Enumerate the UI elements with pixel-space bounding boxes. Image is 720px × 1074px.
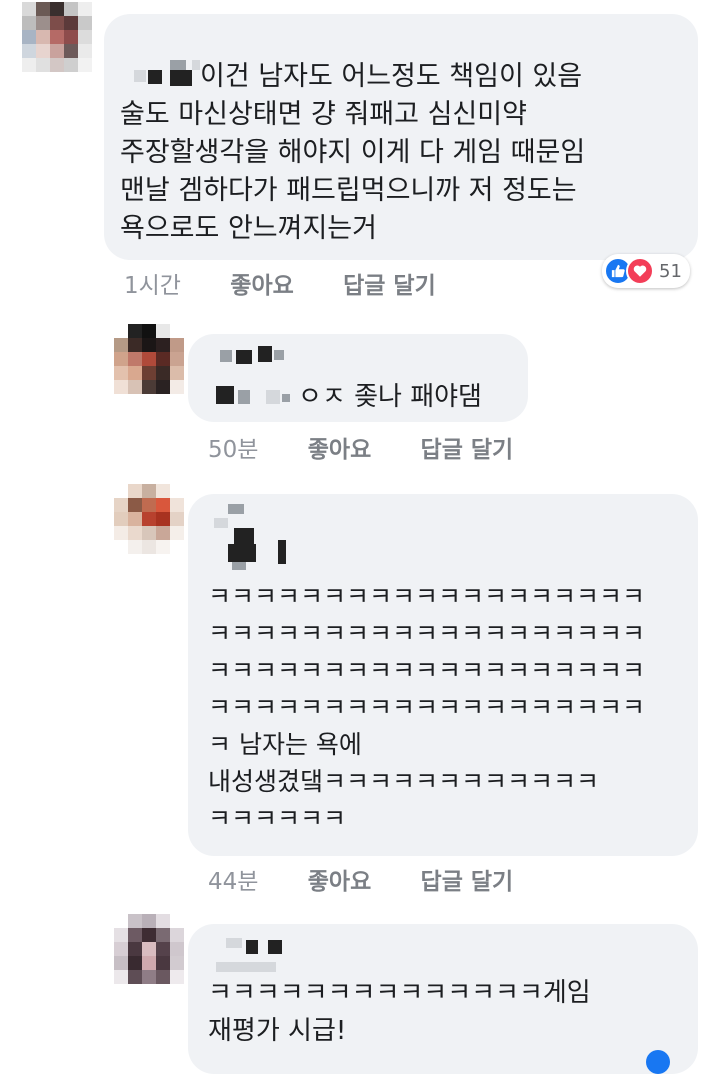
reply-button[interactable]: 답글 달기 bbox=[421, 437, 514, 463]
comment-meta: 50분 좋아요 답글 달기 bbox=[208, 430, 555, 464]
reaction-summary-partial[interactable] bbox=[646, 1050, 670, 1074]
like-button[interactable]: 좋아요 bbox=[308, 437, 371, 463]
comment-meta: 1시간 좋아요 답글 달기 bbox=[124, 266, 478, 300]
reply-button[interactable]: 답글 달기 bbox=[343, 273, 436, 299]
comment-timestamp[interactable]: 50분 bbox=[208, 437, 258, 463]
comment-text: ㅇㅈ 좆나 패야댐 bbox=[298, 382, 482, 412]
avatar[interactable] bbox=[114, 484, 184, 554]
avatar[interactable] bbox=[114, 324, 184, 394]
like-button[interactable]: 좋아요 bbox=[230, 273, 293, 299]
comment-meta: 44분 좋아요 답글 달기 bbox=[208, 862, 555, 896]
author-name-blurred[interactable] bbox=[216, 346, 296, 410]
author-name-blurred[interactable] bbox=[214, 504, 294, 574]
avatar[interactable] bbox=[114, 914, 184, 984]
comment-timestamp[interactable]: 44분 bbox=[208, 869, 258, 895]
author-name-blurred[interactable] bbox=[216, 932, 296, 978]
avatar[interactable] bbox=[22, 2, 92, 72]
comment-text: ㅋㅋㅋㅋㅋㅋㅋㅋㅋㅋㅋㅋㅋㅋㅋㅋㅋㅋㅋ ㅋㅋㅋㅋㅋㅋㅋㅋㅋㅋㅋㅋㅋㅋㅋㅋㅋㅋㅋ … bbox=[208, 582, 646, 833]
comment-timestamp[interactable]: 1시간 bbox=[124, 273, 181, 299]
like-button[interactable]: 좋아요 bbox=[308, 869, 371, 895]
reply-button[interactable]: 답글 달기 bbox=[421, 869, 514, 895]
comment-text-indent-mask bbox=[120, 58, 210, 94]
reaction-count: 51 bbox=[659, 260, 682, 282]
reaction-summary[interactable]: 51 bbox=[602, 254, 690, 288]
comment-text: ㅋㅋㅋㅋㅋㅋㅋㅋㅋㅋㅋㅋㅋㅋ게임 재평가 시급! bbox=[208, 978, 591, 1046]
heart-icon bbox=[626, 257, 654, 285]
